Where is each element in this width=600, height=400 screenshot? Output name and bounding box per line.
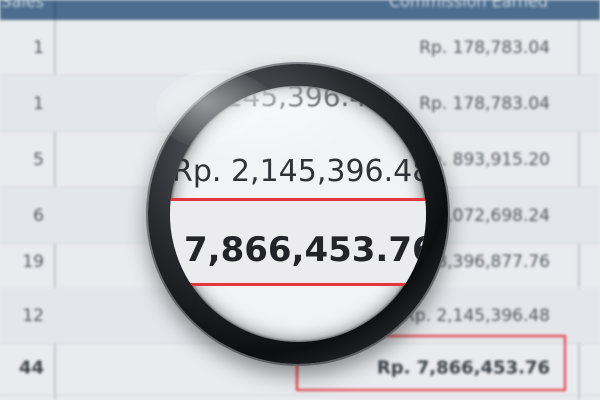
magnified-row-value: Rp. 2,145,396.48	[172, 154, 426, 189]
magnified-total-value: 7,866,453.76	[184, 230, 426, 270]
total-sales-cell: 44	[18, 357, 44, 379]
header-divider	[54, 0, 56, 20]
header-sales: Sales	[1, 0, 44, 11]
commission-cell: Rp. 178,783.04	[419, 38, 550, 58]
commission-cell: Rp. 2,145,396.48	[403, 306, 550, 326]
sales-cell: 19	[22, 252, 44, 272]
highlight-line-bottom	[170, 283, 426, 286]
magnifier-lens: 2,145,396.48 Rp. 2,145,396.48 7,866,453.…	[170, 86, 426, 342]
header-commission-earned: Commission Earned	[388, 0, 548, 11]
sales-cell: 12	[22, 306, 44, 326]
magnified-row-top: 2,145,396.48	[198, 86, 386, 113]
magnifying-glass-icon: 2,145,396.48 Rp. 2,145,396.48 7,866,453.…	[148, 64, 448, 364]
highlight-line-top	[170, 198, 426, 201]
table-header: Sales Commission Earned	[0, 0, 600, 20]
commission-cell: Rp. 178,783.04	[419, 94, 550, 114]
sales-cell: 1	[33, 38, 44, 58]
sales-cell: 6	[33, 206, 44, 226]
sales-cell: 1	[33, 94, 44, 114]
sales-cell: 5	[33, 150, 44, 170]
